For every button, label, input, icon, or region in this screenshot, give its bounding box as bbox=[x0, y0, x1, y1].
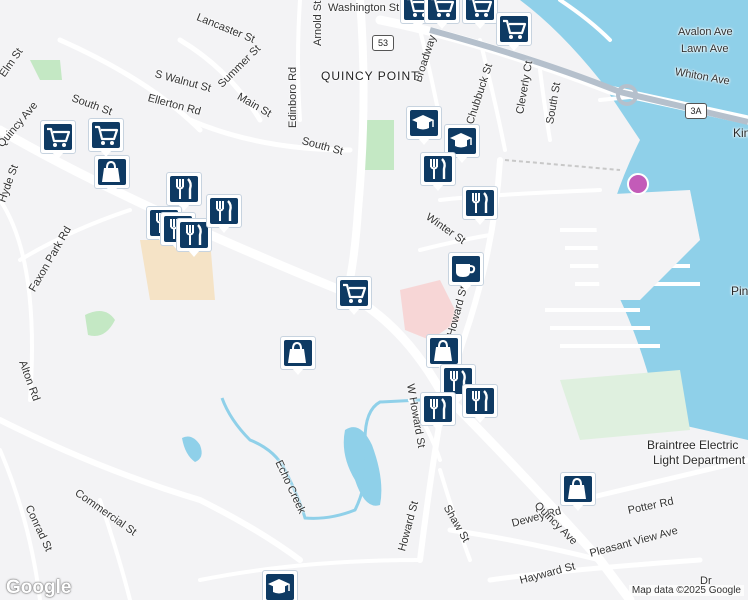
map-marker[interactable] bbox=[462, 384, 498, 424]
street-label: Lawn Ave bbox=[681, 43, 729, 55]
map-marker[interactable] bbox=[206, 194, 242, 234]
shopping-bag-icon bbox=[102, 160, 120, 182]
place-label: Light Department bbox=[653, 453, 746, 467]
street-label: Avalon Ave bbox=[678, 26, 733, 38]
map-marker[interactable] bbox=[448, 252, 484, 292]
shopping-cart-icon bbox=[469, 0, 493, 17]
map-marker[interactable] bbox=[560, 472, 596, 512]
map-marker[interactable] bbox=[420, 392, 456, 432]
restaurant-icon bbox=[176, 178, 192, 199]
restaurant-icon bbox=[216, 200, 232, 221]
echo-creek bbox=[220, 397, 421, 520]
map-marker[interactable] bbox=[406, 106, 442, 146]
school-icon bbox=[412, 115, 434, 130]
street-label: Edinboro Rd bbox=[287, 66, 299, 128]
restaurant-icon bbox=[430, 158, 446, 179]
park-3 bbox=[85, 311, 115, 336]
street-label: Arnold St bbox=[312, 0, 324, 46]
google-logo[interactable]: Google bbox=[6, 577, 71, 599]
railway bbox=[504, 159, 621, 171]
restaurant-icon bbox=[430, 398, 446, 419]
park-4 bbox=[560, 370, 690, 440]
map-marker[interactable] bbox=[336, 276, 372, 316]
neighborhood-label: QUINCY POINT bbox=[321, 69, 420, 83]
restaurant-icon bbox=[472, 390, 488, 411]
map-marker[interactable] bbox=[94, 155, 130, 195]
pond-small bbox=[182, 436, 202, 462]
shopping-cart-icon bbox=[503, 19, 527, 39]
map-marker[interactable] bbox=[280, 336, 316, 376]
map-marker[interactable] bbox=[40, 120, 76, 160]
map-marker[interactable] bbox=[262, 570, 298, 600]
shopping-cart-icon bbox=[47, 127, 71, 147]
museum-poi-icon[interactable] bbox=[627, 173, 649, 195]
map-marker[interactable] bbox=[88, 118, 124, 158]
map-marker[interactable] bbox=[424, 0, 460, 30]
shopping-cart-icon bbox=[343, 283, 367, 303]
place-label: Pin bbox=[731, 284, 748, 298]
shopping-bag-icon bbox=[568, 477, 586, 499]
place-label: Braintree Electric bbox=[647, 438, 739, 452]
map-attribution: Map data ©2025 Google bbox=[628, 585, 744, 596]
street-label: Washington St bbox=[328, 2, 400, 14]
shopping-cart-icon bbox=[95, 125, 119, 145]
map-marker[interactable] bbox=[420, 152, 456, 192]
map-canvas[interactable]: Washington St Lancaster St Arnold St Ava… bbox=[0, 0, 748, 600]
shopping-bag-icon bbox=[288, 341, 306, 363]
place-label: Kin bbox=[733, 126, 748, 140]
shopping-cart-icon bbox=[431, 0, 455, 17]
map-marker[interactable] bbox=[462, 0, 498, 30]
map-marker[interactable] bbox=[496, 12, 532, 52]
park-2 bbox=[30, 60, 62, 80]
map-marker[interactable] bbox=[462, 186, 498, 226]
school-icon bbox=[268, 579, 290, 594]
cafe-icon bbox=[456, 264, 476, 277]
restaurant-icon bbox=[186, 224, 202, 245]
shopping-bag-icon bbox=[434, 339, 452, 361]
route-shield: 3A bbox=[685, 103, 707, 119]
restaurant-icon bbox=[472, 192, 488, 213]
school-icon bbox=[450, 133, 472, 148]
route-shield: 53 bbox=[372, 35, 394, 51]
